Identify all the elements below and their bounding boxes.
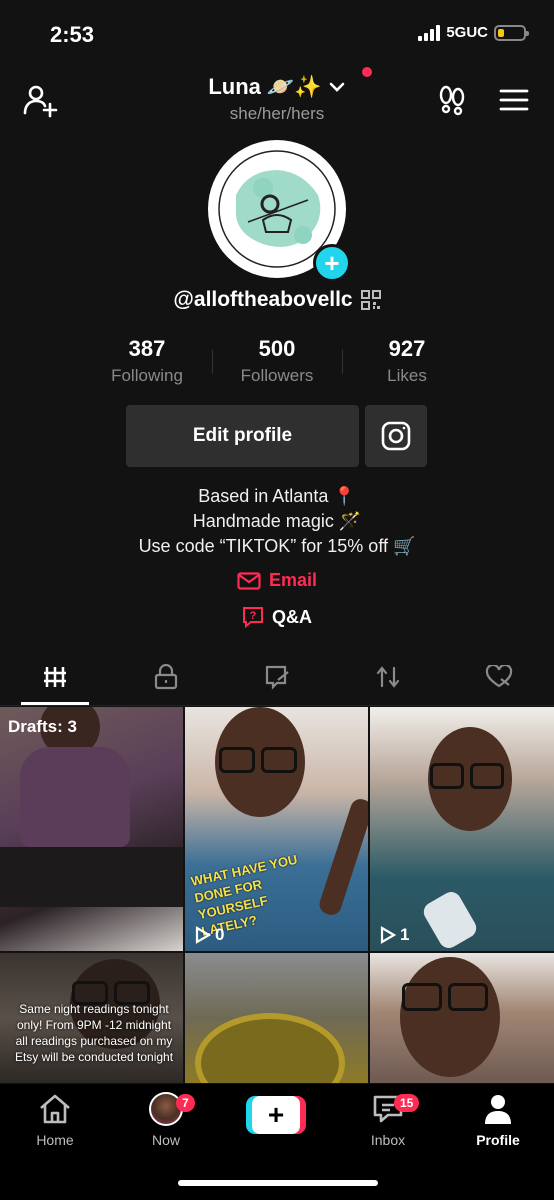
lock-icon <box>155 663 178 689</box>
video-tile[interactable]: 1 <box>370 707 554 951</box>
view-count-value: 0 <box>215 925 225 944</box>
stat-value: 500 <box>258 336 296 361</box>
tab-tagged[interactable] <box>243 648 311 705</box>
stat-followers[interactable]: 500 Followers <box>212 336 342 386</box>
liked-icon <box>485 664 512 687</box>
email-label: Email <box>268 570 318 590</box>
thumbnail-figure <box>420 888 480 951</box>
profile-top-bar: Luna 🪐✨ she/her/hers <box>0 67 554 130</box>
avatar-container[interactable]: + <box>208 140 351 282</box>
now-badge: 7 <box>176 1094 195 1112</box>
nav-home[interactable]: Home <box>15 1092 95 1148</box>
nav-now[interactable]: 7 Now <box>126 1092 206 1148</box>
email-link[interactable]: Email <box>0 570 554 591</box>
notification-dot <box>362 67 372 77</box>
bio-line: Handmade magic 🪄 <box>192 511 362 531</box>
repost-icon <box>376 665 399 688</box>
video-tile[interactable]: Same night readings tonight only! From 9… <box>0 953 183 1083</box>
qa-label: Q&A <box>272 606 312 627</box>
bio-line: Use code “TIKTOK” for 15% off 🛒 <box>138 536 416 556</box>
nav-label: Inbox <box>370 1132 406 1148</box>
signal-icon <box>418 24 441 41</box>
thumbnail-figure <box>20 747 130 847</box>
video-caption: Same night readings tonight only! From 9… <box>14 1002 174 1064</box>
handle-row: @alloftheabovellc <box>0 288 554 312</box>
profile-icon <box>485 1095 511 1124</box>
edit-profile-button[interactable]: Edit profile <box>126 405 359 467</box>
view-count: 1 <box>380 925 409 945</box>
home-indicator <box>178 1180 378 1186</box>
tab-reposts[interactable] <box>354 648 422 705</box>
thumbnail-figure <box>195 1013 345 1083</box>
profile-tabs <box>0 648 554 706</box>
profile-stats: 387 Following 500 Followers 927 Likes <box>0 336 554 386</box>
thumbnail-figure <box>0 847 183 907</box>
nav-profile[interactable]: Profile <box>458 1092 538 1148</box>
nav-label: Home <box>36 1132 74 1148</box>
svg-text:?: ? <box>250 610 257 622</box>
thumbnail-figure <box>430 763 464 789</box>
nav-label: Profile <box>476 1132 520 1148</box>
stat-value: 927 <box>388 336 426 361</box>
view-count-value: 1 <box>400 925 410 944</box>
thumbnail-figure <box>448 983 488 1011</box>
question-icon: ? <box>243 607 263 628</box>
tagged-icon <box>265 665 289 690</box>
bio: Based in Atlanta 📍 Handmade magic 🪄 Use … <box>0 484 554 559</box>
status-bar: 2:53 5GUC <box>0 0 554 72</box>
inbox-badge: 15 <box>394 1094 420 1112</box>
tab-liked[interactable] <box>465 648 533 705</box>
handle: @alloftheabovellc <box>173 288 353 311</box>
stat-label: Following <box>111 366 183 385</box>
add-avatar-button[interactable]: + <box>313 244 351 282</box>
qr-code-icon[interactable] <box>360 290 381 310</box>
mail-icon <box>237 571 261 590</box>
menu-button[interactable] <box>494 80 534 120</box>
username-emoji: 🪐✨ <box>266 74 322 99</box>
videos-icon <box>44 666 67 687</box>
thumbnail-figure <box>400 957 500 1077</box>
instagram-icon <box>381 421 411 451</box>
view-count: 0 <box>195 925 224 945</box>
network-label: 5GUC <box>446 24 488 41</box>
play-icon <box>195 926 211 944</box>
profile-actions: Edit profile <box>126 405 427 467</box>
status-indicators: 5GUC <box>418 24 529 41</box>
create-button[interactable]: + <box>246 1096 306 1134</box>
profile-views-button[interactable] <box>432 80 472 120</box>
drafts-label: Drafts: 3 <box>8 717 77 736</box>
stat-label: Followers <box>240 366 314 385</box>
username: Luna <box>208 74 261 99</box>
plus-icon: + <box>252 1096 300 1134</box>
video-tile[interactable]: WHAT HAVE YOU DONE FOR YOURSELF LATELY? … <box>185 707 368 951</box>
thumbnail-figure <box>261 747 297 773</box>
stat-likes[interactable]: 927 Likes <box>342 336 472 386</box>
home-icon <box>40 1094 70 1124</box>
stat-label: Likes <box>387 366 427 385</box>
thumbnail-figure <box>402 983 442 1011</box>
thumbnail-figure <box>219 747 255 773</box>
nav-label: Now <box>151 1132 180 1148</box>
footprints-icon <box>439 85 465 116</box>
status-time: 2:53 <box>50 22 95 47</box>
qa-link[interactable]: ? Q&A <box>0 606 554 628</box>
video-tile[interactable] <box>185 953 368 1083</box>
chevron-down-icon <box>329 82 344 92</box>
thumbnail-figure <box>470 763 504 789</box>
video-tile[interactable] <box>370 953 554 1083</box>
nav-inbox[interactable]: 15 Inbox <box>348 1092 428 1148</box>
video-grid: Drafts: 3 WHAT HAVE YOU DONE FOR YOURSEL… <box>0 707 554 1083</box>
bottom-nav: Home 7 Now + 15 Inbox Profile <box>0 1084 554 1200</box>
bio-line: Based in Atlanta 📍 <box>198 486 356 506</box>
instagram-button[interactable] <box>365 405 427 467</box>
play-icon <box>380 926 396 944</box>
tab-videos[interactable] <box>21 648 90 705</box>
tab-private[interactable] <box>132 648 200 705</box>
stat-value: 387 <box>128 336 166 361</box>
drafts-tile[interactable]: Drafts: 3 <box>0 707 183 951</box>
stat-following[interactable]: 387 Following <box>82 336 212 386</box>
battery-icon <box>494 24 529 41</box>
menu-icon <box>499 89 529 111</box>
